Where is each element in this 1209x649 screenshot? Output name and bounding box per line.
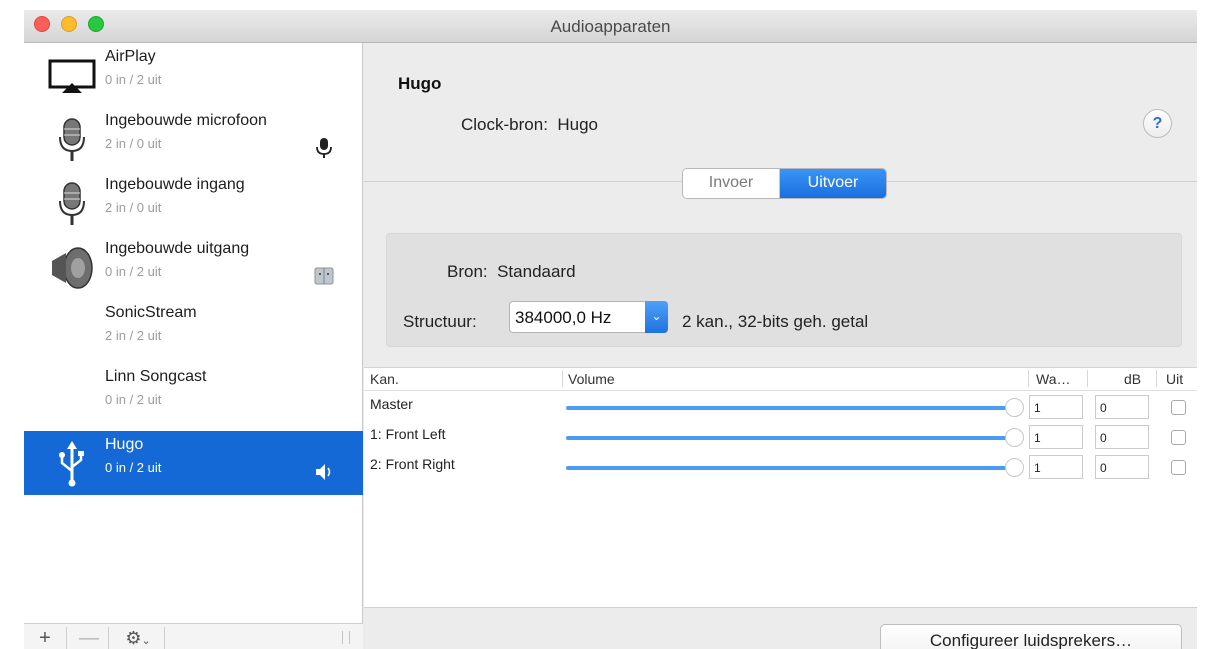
device-detail-panel: Hugo Clock-bron: Hugo ? Invoer Uitvoer B…	[364, 43, 1197, 649]
value-field[interactable]: 1	[1029, 455, 1083, 479]
mute-checkbox[interactable]	[1171, 430, 1186, 445]
device-item-sonicstream[interactable]: SonicStream 2 in / 2 uit	[24, 299, 363, 363]
mute-checkbox[interactable]	[1171, 460, 1186, 475]
col-header-mute[interactable]: Uit	[1166, 371, 1183, 387]
channel-label: 2: Front Right	[370, 456, 455, 472]
db-field[interactable]: 0	[1095, 425, 1149, 449]
microphone-input-icon	[316, 138, 332, 158]
device-item-ingebouwde-uitgang[interactable]: Ingebouwde uitgang 0 in / 2 uit	[24, 235, 363, 299]
format-select[interactable]: 384000,0 Hz ⌄	[509, 301, 668, 333]
device-name: Ingebouwde uitgang	[105, 240, 250, 257]
col-header-channel[interactable]: Kan.	[370, 371, 399, 387]
device-io: 0 in / 2 uit	[105, 72, 162, 87]
microphone-icon	[59, 182, 85, 225]
remove-device-button[interactable]: —	[76, 626, 102, 649]
col-header-db[interactable]: dB	[1124, 371, 1141, 387]
value-field[interactable]: 1	[1029, 395, 1083, 419]
table-row: 1: Front Left 1 0	[364, 422, 1197, 452]
clock-source-value: Hugo	[557, 115, 599, 134]
device-item-ingebouwde-microfoon[interactable]: Ingebouwde microfoon 2 in / 0 uit	[24, 107, 363, 171]
header-divider	[364, 390, 1197, 391]
help-button[interactable]: ?	[1143, 109, 1172, 138]
airplay-icon	[48, 59, 96, 93]
device-item-hugo[interactable]: Hugo 0 in / 2 uit	[24, 431, 363, 495]
column-divider	[1028, 370, 1029, 387]
device-list: AirPlay 0 in / 2 uit Ingebouwde microfoo…	[24, 43, 363, 649]
source-value: Standaard	[497, 262, 576, 281]
tab-output[interactable]: Uitvoer	[780, 169, 886, 198]
clock-source: Clock-bron: Hugo	[461, 115, 598, 135]
gear-icon: ⚙	[125, 628, 142, 648]
clock-source-label: Clock-bron:	[461, 115, 548, 134]
device-name: AirPlay	[105, 48, 156, 65]
device-item-ingebouwde-ingang[interactable]: Ingebouwde ingang 2 in / 0 uit	[24, 171, 363, 235]
window-title: Audioapparaten	[550, 17, 671, 36]
chevron-down-icon: ⌄	[645, 301, 668, 333]
chevron-down-icon: ⌄	[141, 635, 151, 647]
device-name: Linn Songcast	[105, 368, 207, 385]
volume-slider-knob[interactable]	[1005, 428, 1024, 447]
value-field[interactable]: 1	[1029, 425, 1083, 449]
sidebar-toolbar: + — ⚙⌄	[24, 623, 363, 649]
volume-slider-knob[interactable]	[1005, 458, 1024, 477]
volume-slider[interactable]	[566, 466, 1013, 470]
io-segmented-control: Invoer Uitvoer	[682, 168, 887, 199]
speaker-icon	[52, 247, 93, 289]
channel-table: Kan. Volume Wa… dB Uit Master 1 0 1: Fro…	[364, 367, 1197, 607]
toolbar-divider	[66, 627, 67, 649]
audio-devices-window: Audioapparaten AirPlay 0 in / 2 uit Inge…	[24, 10, 1197, 649]
device-name: Hugo	[105, 436, 144, 453]
add-device-button[interactable]: +	[32, 626, 58, 649]
title-bar: Audioapparaten	[24, 10, 1197, 43]
configure-speakers-button[interactable]: Configureer luidsprekers…	[880, 624, 1182, 649]
volume-slider[interactable]	[566, 436, 1013, 440]
device-io: 2 in / 0 uit	[105, 200, 162, 215]
format-detail: 2 kan., 32-bits geh. getal	[682, 312, 869, 331]
device-io: 0 in / 2 uit	[105, 392, 162, 407]
finder-icon	[314, 267, 334, 285]
device-title: Hugo	[398, 74, 442, 93]
column-divider	[562, 370, 563, 387]
device-io: 2 in / 2 uit	[105, 328, 162, 343]
toolbar-divider	[108, 627, 109, 649]
device-io: 0 in / 2 uit	[105, 264, 162, 279]
col-header-volume[interactable]: Volume	[568, 371, 615, 387]
col-header-value[interactable]: Wa…	[1036, 371, 1070, 387]
channel-label: 1: Front Left	[370, 426, 446, 442]
divider	[364, 607, 1197, 608]
device-io: 2 in / 0 uit	[105, 136, 162, 151]
format-select-value: 384000,0 Hz	[515, 308, 612, 327]
source-label: Bron:	[447, 262, 488, 281]
column-divider	[1156, 370, 1157, 387]
device-item-airplay[interactable]: AirPlay 0 in / 2 uit	[24, 43, 363, 107]
device-name: Ingebouwde microfoon	[105, 112, 267, 129]
mute-checkbox[interactable]	[1171, 400, 1186, 415]
speaker-output-icon	[316, 464, 331, 480]
device-name: Ingebouwde ingang	[105, 176, 245, 193]
channel-label: Master	[370, 396, 413, 412]
resize-handle[interactable]	[342, 631, 350, 644]
device-name: SonicStream	[105, 304, 197, 321]
volume-slider-knob[interactable]	[1005, 398, 1024, 417]
tab-input[interactable]: Invoer	[683, 169, 780, 198]
microphone-icon	[59, 118, 85, 161]
volume-slider[interactable]	[566, 406, 1013, 410]
gear-menu-button[interactable]: ⚙⌄	[116, 626, 160, 649]
format-label: Structuur:	[403, 312, 477, 331]
table-row: Master 1 0	[364, 392, 1197, 422]
db-field[interactable]: 0	[1095, 395, 1149, 419]
usb-icon	[59, 441, 84, 487]
column-divider	[1087, 370, 1088, 387]
db-field[interactable]: 0	[1095, 455, 1149, 479]
table-row: 2: Front Right 1 0	[364, 452, 1197, 482]
device-io: 0 in / 2 uit	[105, 460, 162, 475]
format-settings: Bron: Standaard Structuur: 384000,0 Hz ⌄…	[386, 233, 1182, 347]
toolbar-divider	[164, 627, 165, 649]
source-row: Bron: Standaard	[447, 262, 576, 282]
device-item-linn-songcast[interactable]: Linn Songcast 0 in / 2 uit	[24, 363, 363, 427]
